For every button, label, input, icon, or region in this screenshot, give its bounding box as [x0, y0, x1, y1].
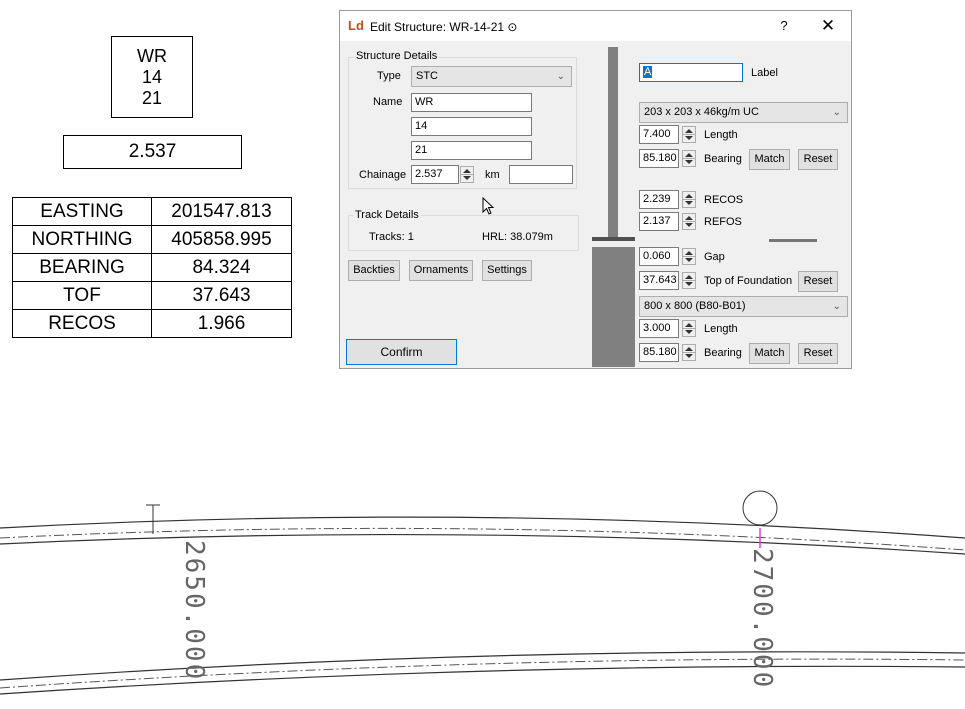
structure-info-table: EASTING 201547.813 NORTHING 405858.995 BEA…	[12, 197, 292, 338]
label-caption: Label	[751, 67, 778, 79]
table-row: RECOS 1.966	[12, 309, 292, 338]
recos-input[interactable]: 2.239	[639, 190, 679, 209]
table-value: 84.324	[151, 253, 292, 282]
upper-length-input[interactable]: 7.400	[639, 125, 679, 144]
tof-spinner[interactable]	[682, 272, 696, 289]
bearing-caption: Bearing	[704, 153, 742, 165]
structure-label-box: WR 14 21	[111, 36, 193, 118]
table-key: TOF	[12, 281, 152, 310]
table-value: 405858.995	[151, 225, 292, 254]
lower-bearing-input[interactable]: 85.180	[639, 343, 679, 362]
upper-bearing-spinner[interactable]	[682, 150, 696, 167]
mouse-cursor-icon	[482, 197, 495, 215]
upper-section-value: 203 x 203 x 46kg/m UC	[644, 106, 759, 118]
type-value: STC	[416, 70, 438, 82]
table-key: RECOS	[12, 309, 152, 338]
recos-caption: RECOS	[704, 194, 744, 206]
table-key: BEARING	[12, 253, 152, 282]
lower-section-value: 800 x 800 (B80-B01)	[644, 300, 746, 312]
edit-structure-dialog: Ld Edit Structure: WR-14-21 ⊙ ? ✕ Struct…	[339, 10, 852, 369]
dialog-title: Edit Structure: WR-14-21 ⊙	[370, 20, 518, 34]
confirm-button[interactable]: Confirm	[346, 339, 457, 365]
lower-section-select[interactable]: 800 x 800 (B80-B01) ⌄	[639, 296, 848, 317]
ornaments-button[interactable]: Ornaments	[409, 260, 473, 281]
track-details-label: Track Details	[353, 209, 421, 221]
lower-length-spinner[interactable]	[682, 320, 696, 337]
table-row: EASTING 201547.813	[12, 197, 292, 226]
lower-bearing-spinner[interactable]	[682, 344, 696, 361]
bearing-caption: Bearing	[704, 347, 742, 359]
backties-button[interactable]: Backties	[348, 260, 400, 281]
structure-details-label: Structure Details	[354, 50, 440, 62]
tof-caption: Top of Foundation	[704, 275, 793, 287]
structure-circle-marker	[742, 490, 778, 526]
app-icon: Ld	[348, 18, 364, 33]
refos-input[interactable]: 2.137	[639, 212, 679, 231]
tof-input[interactable]: 37.643	[639, 271, 679, 290]
tof-reset-button[interactable]: Reset	[798, 271, 838, 292]
lower-length-input[interactable]: 3.000	[639, 319, 679, 338]
gap-caption: Gap	[704, 251, 725, 263]
refos-spinner[interactable]	[682, 213, 696, 230]
chainage-unit: km	[485, 169, 500, 181]
foundation-diagram	[592, 247, 635, 367]
recos-spinner[interactable]	[682, 191, 696, 208]
chevron-down-icon: ⌄	[832, 301, 841, 312]
close-button[interactable]: ✕	[816, 15, 840, 37]
length-caption: Length	[704, 323, 738, 335]
chainage-text-2700: 2700.000	[747, 548, 777, 690]
name-field-3[interactable]: 21	[411, 141, 532, 160]
chevron-down-icon: ⌄	[556, 71, 565, 82]
label-input[interactable]: A	[639, 63, 743, 82]
chainage-text-2650: 2650.000	[179, 540, 209, 682]
upper-length-spinner[interactable]	[682, 126, 696, 143]
type-label: Type	[377, 70, 401, 82]
upper-member-diagram	[608, 47, 618, 241]
chainage-box: 2.537	[63, 135, 242, 169]
gap-spinner[interactable]	[682, 248, 696, 265]
upper-bearing-input[interactable]: 85.180	[639, 149, 679, 168]
lower-centreline	[0, 658, 965, 689]
upper-section-select[interactable]: 203 x 203 x 46kg/m UC ⌄	[639, 102, 848, 123]
refos-caption: REFOS	[704, 216, 742, 228]
help-button[interactable]: ?	[774, 16, 794, 36]
upper-rail-line-2	[0, 533, 965, 555]
chainage-label: Chainage	[359, 169, 407, 181]
table-value: 37.643	[151, 281, 292, 310]
table-row: BEARING 84.324	[12, 253, 292, 282]
upper-reset-button[interactable]: Reset	[798, 149, 838, 170]
refos-marker-diagram	[769, 239, 817, 242]
name-field-2[interactable]: 14	[411, 117, 532, 136]
table-key: NORTHING	[12, 225, 152, 254]
lower-reset-button[interactable]: Reset	[798, 343, 838, 364]
chainage-spinner[interactable]	[460, 166, 474, 183]
label-input-value: A	[643, 66, 653, 78]
gap-separator-diagram	[592, 237, 635, 241]
table-value: 1.966	[151, 309, 292, 338]
type-select[interactable]: STC ⌄	[411, 66, 572, 87]
lower-match-button[interactable]: Match	[749, 343, 790, 364]
name-label: Name	[373, 96, 403, 108]
chevron-down-icon: ⌄	[832, 107, 841, 118]
hrl-text: HRL: 38.079m	[482, 231, 553, 243]
upper-centreline	[0, 527, 965, 551]
gap-input[interactable]: 0.060	[639, 247, 679, 266]
chainage-extra-field[interactable]	[509, 165, 573, 184]
name-field-1[interactable]: WR	[411, 93, 532, 112]
settings-button[interactable]: Settings	[482, 260, 532, 281]
length-caption: Length	[704, 129, 738, 141]
table-row: NORTHING 405858.995	[12, 225, 292, 254]
table-row: TOF 37.643	[12, 281, 292, 310]
label-line: 21	[141, 88, 163, 108]
tracks-text: Tracks: 1	[369, 231, 414, 243]
track-alignment-drawing	[0, 490, 965, 695]
title-bar[interactable]: Ld Edit Structure: WR-14-21 ⊙ ? ✕	[340, 11, 851, 41]
table-value: 201547.813	[151, 197, 292, 226]
upper-match-button[interactable]: Match	[749, 149, 790, 170]
table-key: EASTING	[12, 197, 152, 226]
chainage-input[interactable]: 2.537	[411, 165, 459, 184]
label-line: 14	[141, 67, 163, 87]
label-line: WR	[137, 46, 167, 66]
